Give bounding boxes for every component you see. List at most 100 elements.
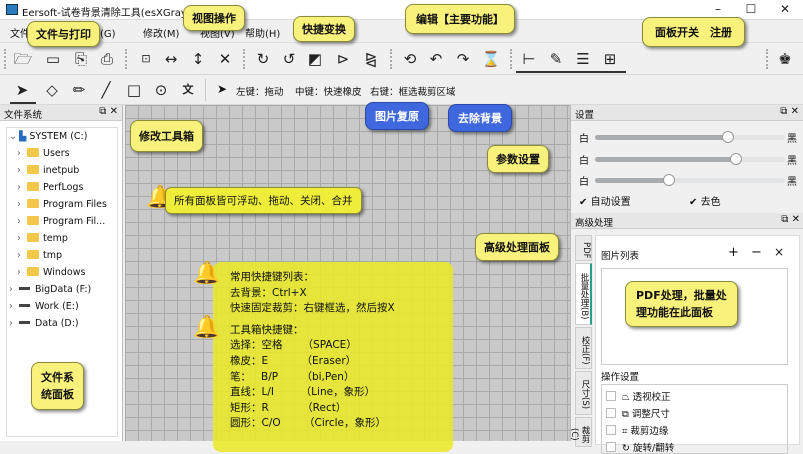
close-button[interactable]: ✕ [772, 2, 798, 18]
slider-thumb[interactable] [663, 174, 676, 186]
tree-folder[interactable]: › PerfLogs [17, 182, 83, 198]
checkbox[interactable] [606, 408, 616, 418]
tree-folder[interactable]: › inetpub [17, 165, 79, 181]
settings-panel-icon[interactable]: ☰ [572, 48, 594, 70]
chevron-right-icon[interactable]: › [9, 284, 19, 295]
tree-folder[interactable]: › temp [17, 233, 68, 249]
pencil-icon[interactable]: ✏ [68, 79, 90, 101]
chevron-right-icon[interactable]: › [17, 216, 27, 227]
edit-panel-icon[interactable]: ✎ [545, 48, 567, 70]
restore-image-icon[interactable]: ⟲ [399, 48, 421, 70]
chevron-right-icon[interactable]: › [17, 199, 27, 210]
panel-title: 文件系统 [4, 110, 43, 121]
tab-batch[interactable]: 批量处理(B) [575, 263, 592, 325]
eraser-icon[interactable]: ◇ [41, 79, 63, 101]
export-icon[interactable]: ⎘ [70, 48, 92, 70]
chevron-right-icon[interactable]: › [9, 318, 19, 329]
shortcut-line: 笔： B/P （bi,Pen） [230, 370, 355, 383]
tab-size[interactable]: 尺寸(S) [575, 371, 592, 415]
maximize-button[interactable]: ☐ [738, 2, 764, 18]
tree-folder[interactable]: › tmp [17, 250, 62, 266]
decolor-checkbox[interactable]: ✔ 去色 [689, 193, 721, 208]
threshold-slider[interactable] [595, 174, 785, 186]
tab-crop[interactable]: 裁剪(C) [569, 417, 592, 447]
rotate-left-icon[interactable]: ↺ [278, 48, 300, 70]
checkbox[interactable] [606, 391, 616, 401]
chevron-right-icon[interactable]: › [9, 301, 19, 312]
toolbar-grip[interactable] [125, 49, 127, 69]
checkbox[interactable] [606, 442, 616, 452]
tab-correction[interactable]: 校正(F) [575, 327, 592, 369]
callout-quick-transform: 快捷变换 [293, 16, 355, 42]
flip-vertical-icon[interactable]: ⊳ [332, 48, 354, 70]
drive-icon [19, 287, 30, 290]
chevron-down-icon[interactable]: ⌄ [9, 131, 19, 142]
save-icon[interactable]: ▭ [42, 48, 64, 70]
fit-window-icon[interactable]: ✕ [214, 48, 236, 70]
fit-height-icon[interactable]: ↕ [187, 48, 209, 70]
clear-list-button[interactable]: × [774, 245, 784, 259]
tab-pdf[interactable]: PDF [575, 235, 592, 261]
minimize-button[interactable]: – [705, 2, 731, 18]
tree-folder[interactable]: › Program Fil... [17, 216, 105, 232]
redo-icon[interactable]: ↷ [452, 48, 474, 70]
chevron-right-icon[interactable]: › [17, 148, 27, 159]
fit-width-icon[interactable]: ↔ [160, 48, 182, 70]
panel-float-close-buttons[interactable]: ⧉ ✕ [781, 214, 800, 225]
threshold-slider[interactable] [595, 131, 785, 143]
menu-help[interactable]: 帮助(H) [245, 25, 280, 40]
actual-size-icon[interactable]: ⊡ [135, 48, 157, 70]
tree-drive-c[interactable]: ⌄ ▙ SYSTEM (C:) [9, 131, 87, 147]
toolbar-grip[interactable] [4, 49, 6, 69]
tree-folder[interactable]: › Windows [17, 267, 85, 283]
callout-modify-toolbox: 修改工具箱 [130, 120, 203, 152]
toolbar-grip[interactable] [510, 49, 512, 69]
text-tool-icon[interactable]: 文 [177, 79, 199, 101]
undo-icon[interactable]: ↶ [425, 48, 447, 70]
flip-horizontal-icon[interactable]: ⧎ [360, 48, 382, 70]
print-icon[interactable]: ⎙ [96, 48, 118, 70]
crop-corner-icon[interactable]: ◩ [304, 48, 326, 70]
rotate-right-icon[interactable]: ↻ [252, 48, 274, 70]
toolbar-grip[interactable] [243, 49, 245, 69]
tree-folder[interactable]: › Program Files [17, 199, 107, 215]
threshold-slider[interactable] [595, 153, 785, 165]
tree-drive[interactable]: › Work (E:) [9, 301, 79, 317]
chevron-right-icon[interactable]: › [17, 233, 27, 244]
op-crop-edge[interactable]: ⌗ 裁剪边缘 [606, 423, 668, 437]
op-perspective[interactable]: ⏢ 透视校正 [606, 389, 671, 403]
remove-image-button[interactable]: − [751, 245, 762, 260]
remove-background-icon[interactable]: ⌛ [480, 48, 502, 70]
toolbar-grip[interactable] [390, 49, 392, 69]
checkbox[interactable] [606, 425, 616, 435]
panel-header: 文件系统 ⧉ ✕ [0, 105, 122, 121]
op-rotate[interactable]: ↻ 旋转/翻转 [606, 440, 674, 454]
rectangle-icon[interactable]: □ [123, 79, 145, 101]
circle-icon[interactable]: ⊙ [150, 79, 172, 101]
add-image-button[interactable]: + [728, 245, 739, 260]
panel-float-close-buttons[interactable]: ⧉ ✕ [99, 106, 118, 117]
toolbar-grip[interactable] [766, 49, 768, 69]
tree-folder[interactable]: › Users [17, 148, 70, 164]
slider-min-label: 白 [579, 134, 589, 145]
slider-thumb[interactable] [722, 131, 734, 143]
file-tree-panel-icon[interactable]: ⊢ [518, 48, 540, 70]
op-resize[interactable]: ⧉ 调整尺寸 [606, 406, 670, 420]
chevron-right-icon[interactable]: › [17, 165, 27, 176]
grid-panel-icon[interactable]: ⊞ [599, 48, 621, 70]
menu-modify[interactable]: 修改(M) [143, 25, 179, 40]
tree-drive[interactable]: › Data (D:) [9, 318, 79, 334]
tree-drive[interactable]: › BigData (F:) [9, 284, 91, 300]
crown-register-icon[interactable]: ♚ [774, 48, 796, 70]
select-arrow-icon[interactable]: ➤ [11, 79, 33, 101]
chevron-right-icon[interactable]: › [17, 267, 27, 278]
chevron-right-icon[interactable]: › [17, 250, 27, 261]
drive-icon [19, 321, 30, 324]
open-folder-icon[interactable]: 🗁 [12, 48, 34, 70]
slider-thumb[interactable] [729, 153, 742, 165]
auto-setting-checkbox[interactable]: ✔ 自动设置 [579, 193, 631, 208]
chevron-right-icon[interactable]: › [17, 182, 27, 193]
batch-panel: 图片列表 + − × 操作设置 ⏢ 透视校正 ⧉ 调整尺寸 ⌗ 裁剪边缘 ↻ 旋… [595, 235, 800, 454]
line-icon[interactable]: ╱ [95, 79, 117, 101]
panel-float-close-buttons[interactable]: ⧉ ✕ [780, 106, 799, 117]
